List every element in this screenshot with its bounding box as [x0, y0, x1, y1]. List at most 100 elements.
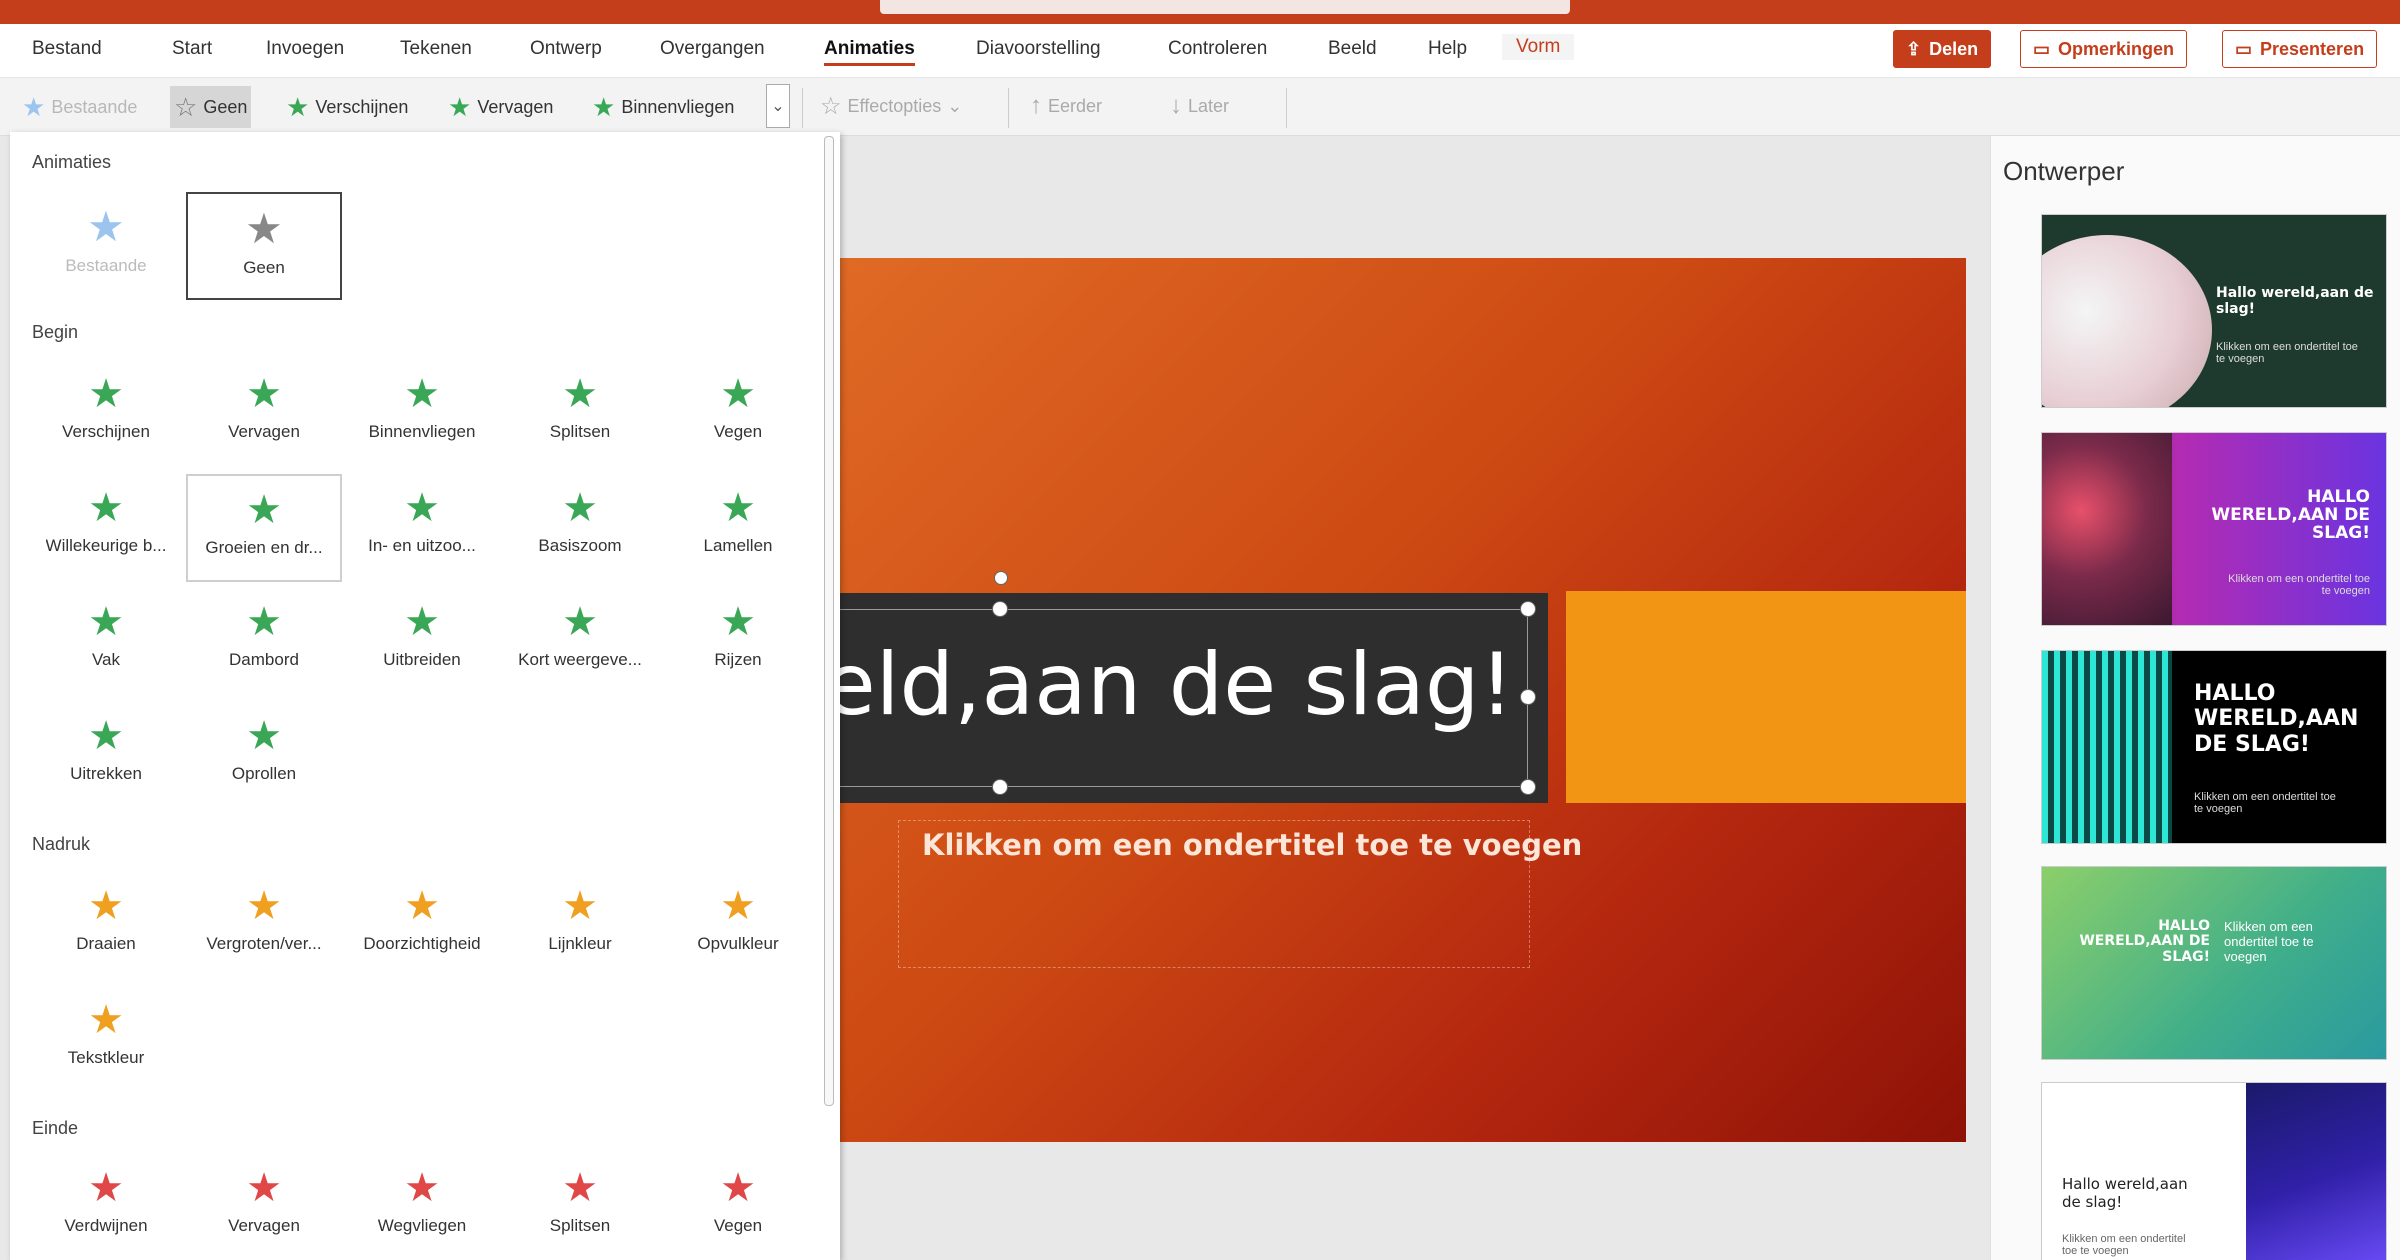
slide[interactable]: ereld,aan de slag! Klikken om een ondert…	[838, 258, 1966, 1142]
star-icon: ★	[404, 1166, 440, 1210]
section-animaties: Animaties	[32, 152, 112, 172]
design-thumbnail[interactable]: Hallo wereld,aan de slag! Klikken om een…	[2041, 1082, 2387, 1260]
tab-animaties[interactable]: Animaties	[824, 38, 915, 66]
animation-vervagen[interactable]: ★ Vervagen	[186, 360, 342, 468]
move-earlier-button[interactable]: ↑ Eerder	[1030, 92, 1102, 120]
design-thumbnail[interactable]: Hallo wereld,aan de slag! Klikken om een…	[2041, 214, 2387, 408]
title-placeholder[interactable]: ereld,aan de slag!	[838, 571, 1548, 803]
animation-basiszoom[interactable]: ★ Basiszoom	[502, 474, 658, 582]
rotate-handle[interactable]	[994, 571, 1008, 585]
star-icon: ★	[246, 884, 282, 928]
gallery-bestaande[interactable]: ★ Bestaande	[18, 86, 141, 128]
search-box[interactable]	[880, 0, 1570, 14]
present-button[interactable]: ▭ Presenteren	[2222, 30, 2378, 68]
animation-uitrekken[interactable]: ★ Uitrekken	[28, 702, 184, 810]
animation-rijzen[interactable]: ★ Rijzen	[660, 588, 816, 696]
resize-handle[interactable]	[992, 779, 1008, 795]
animation-vegen[interactable]: ★ Vegen	[660, 360, 816, 468]
emphasis-opvulkleur[interactable]: ★ Opvulkleur	[660, 872, 816, 980]
slide-subtitle[interactable]: Klikken om een ondertitel toe te voegen	[922, 828, 1582, 862]
comments-button[interactable]: ▭ Opmerkingen	[2020, 30, 2188, 68]
star-icon: ★	[448, 91, 472, 122]
section-begin: Begin	[32, 322, 79, 342]
emphasis-tekstkleur[interactable]: ★ Tekstkleur	[28, 986, 184, 1094]
animation-oprollen[interactable]: ★ Oprollen	[186, 702, 342, 810]
design-thumbnail[interactable]: HALLO WERELD,AAN DE SLAG! Klikken om een…	[2041, 650, 2387, 844]
designer-title: Ontwerper	[2003, 156, 2125, 186]
emphasis-lijnkleur[interactable]: ★ Lijnkleur	[502, 872, 658, 980]
animation-binnenvliegen[interactable]: ★ Binnenvliegen	[344, 360, 500, 468]
star-icon: ★	[88, 1166, 124, 1210]
animation-vak[interactable]: ★ Vak	[28, 588, 184, 696]
design-graphic	[2042, 235, 2212, 407]
animation-uitbreiden[interactable]: ★ Uitbreiden	[344, 588, 500, 696]
resize-handle[interactable]	[1520, 689, 1536, 705]
tab-bestand[interactable]: Bestand	[32, 38, 102, 60]
tab-controleren[interactable]: Controleren	[1168, 38, 1267, 60]
section-nadruk: Nadruk	[32, 834, 91, 854]
tab-invoegen[interactable]: Invoegen	[266, 38, 344, 60]
resize-handle[interactable]	[1520, 601, 1536, 617]
star-icon: ★	[720, 486, 756, 530]
animation-bestaande[interactable]: ★ Bestaande	[28, 192, 184, 300]
comment-icon: ▭	[2033, 38, 2051, 59]
animation-in-en-uitzoo[interactable]: ★ In- en uitzoo...	[344, 474, 500, 582]
emphasis-vergroten-ver[interactable]: ★ Vergroten/ver...	[186, 872, 342, 980]
exit-wegvliegen[interactable]: ★ Wegvliegen	[344, 1154, 500, 1260]
exit-vervagen[interactable]: ★ Vervagen	[186, 1154, 342, 1260]
exit-splitsen[interactable]: ★ Splitsen	[502, 1154, 658, 1260]
resize-handle[interactable]	[992, 601, 1008, 617]
share-button[interactable]: ⇪ Delen	[1893, 30, 1992, 68]
tab-vorm[interactable]: Vorm	[1502, 34, 1575, 60]
star-icon: ★	[246, 372, 282, 416]
move-later-button[interactable]: ↓ Later	[1170, 92, 1229, 120]
design-graphic	[2042, 651, 2172, 843]
animation-geen[interactable]: ★ Geen	[186, 192, 342, 300]
animations-ribbon: ★ Bestaande ☆ Geen ★ Verschijnen ★ Vervagen …	[0, 78, 2400, 136]
gallery-vervagen[interactable]: ★ Vervagen	[444, 86, 557, 128]
tab-ontwerp[interactable]: Ontwerp	[530, 38, 602, 60]
animation-willekeurige-b[interactable]: ★ Willekeurige b...	[28, 474, 184, 582]
tab-beeld[interactable]: Beeld	[1328, 38, 1377, 60]
star-outline-icon: ☆	[174, 91, 198, 122]
star-icon: ★	[562, 486, 598, 530]
star-icon: ★	[562, 884, 598, 928]
design-graphic	[2246, 1083, 2386, 1260]
animations-gallery-panel: Animaties ★ Bestaande ★ Geen Begin Nadruk …	[10, 132, 840, 1260]
tab-help[interactable]: Help	[1428, 38, 1467, 60]
star-icon: ★	[88, 600, 124, 644]
animation-lamellen[interactable]: ★ Lamellen	[660, 474, 816, 582]
emphasis-draaien[interactable]: ★ Draaien	[28, 872, 184, 980]
arrow-up-icon: ↑	[1030, 92, 1042, 119]
star-icon: ★	[404, 486, 440, 530]
panel-scrollbar[interactable]	[824, 136, 834, 1106]
design-thumbnail[interactable]: HALLO WERELD,AAN DE SLAG! Klikken om een…	[2041, 866, 2387, 1060]
animation-dambord[interactable]: ★ Dambord	[186, 588, 342, 696]
tab-overgangen[interactable]: Overgangen	[660, 38, 765, 60]
animation-verschijnen[interactable]: ★ Verschijnen	[28, 360, 184, 468]
chevron-down-icon: ⌄	[771, 98, 785, 115]
resize-handle[interactable]	[1520, 779, 1536, 795]
gallery-verschijnen[interactable]: ★ Verschijnen	[282, 86, 412, 128]
gallery-binnenvliegen[interactable]: ★ Binnenvliegen	[588, 86, 738, 128]
star-icon: ★	[562, 1166, 598, 1210]
section-einde: Einde	[32, 1118, 79, 1138]
animation-kort-weergeve[interactable]: ★ Kort weergeve...	[502, 588, 658, 696]
animation-splitsen[interactable]: ★ Splitsen	[502, 360, 658, 468]
animation-groeien-en-dr[interactable]: ★ Groeien en dr...	[186, 474, 342, 582]
star-icon: ★	[246, 714, 282, 758]
tab-start[interactable]: Start	[172, 38, 212, 60]
gallery-expand-button[interactable]: ⌄	[766, 84, 790, 128]
star-icon: ★	[720, 372, 756, 416]
exit-vegen[interactable]: ★ Vegen	[660, 1154, 816, 1260]
tab-tekenen[interactable]: Tekenen	[400, 38, 472, 60]
title-bar	[0, 0, 2400, 24]
design-thumbnail[interactable]: HALLO WERELD,AAN DE SLAG! Klikken om een…	[2041, 432, 2387, 626]
effect-options-button[interactable]: ☆ Effectopties ⌄	[820, 92, 962, 121]
arrow-down-icon: ↓	[1170, 92, 1182, 119]
gallery-geen[interactable]: ☆ Geen	[170, 86, 252, 128]
exit-verdwijnen[interactable]: ★ Verdwijnen	[28, 1154, 184, 1260]
emphasis-doorzichtigheid[interactable]: ★ Doorzichtigheid	[344, 872, 500, 980]
tab-diavoorstelling[interactable]: Diavoorstelling	[976, 38, 1101, 60]
star-icon: ★	[592, 91, 616, 122]
